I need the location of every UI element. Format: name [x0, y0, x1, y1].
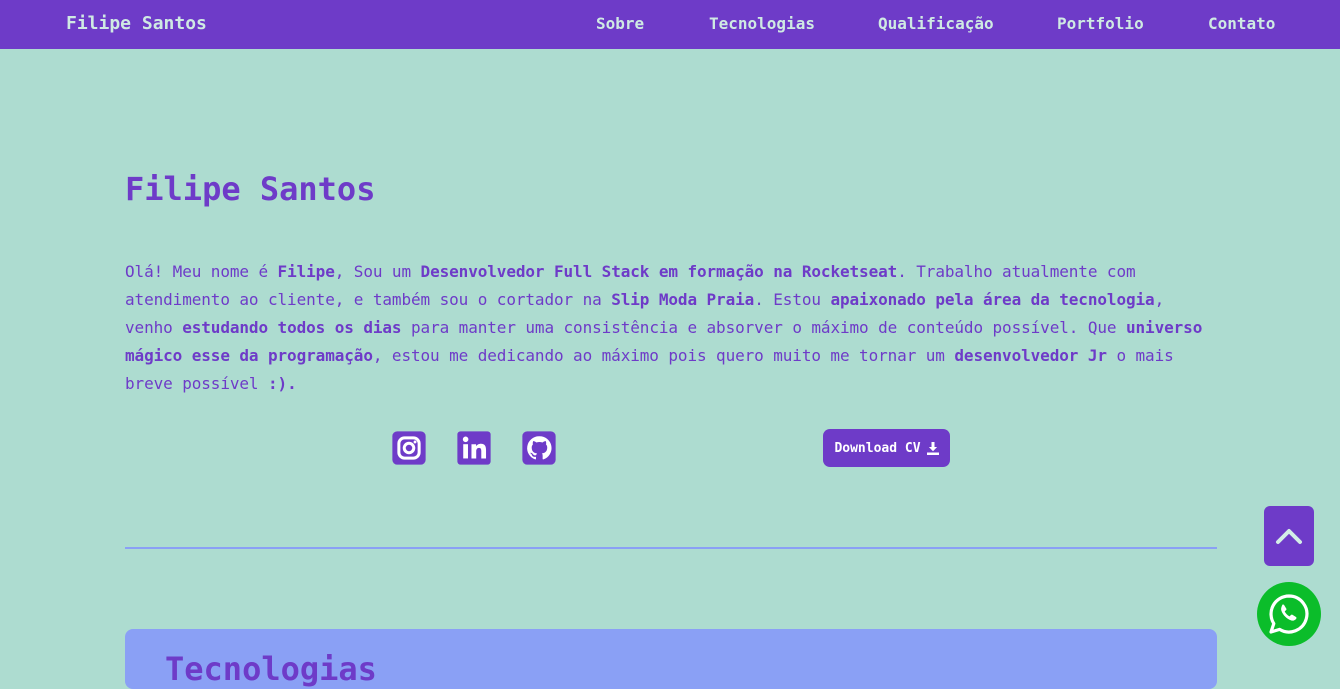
nav-link-tecnologias[interactable]: Tecnologias — [709, 14, 815, 34]
nav-link-sobre[interactable]: Sobre — [596, 14, 644, 34]
technologies-title: Tecnologias — [165, 650, 377, 688]
download-cv-label: Download CV — [834, 440, 921, 456]
bio-highlight: Filipe — [277, 262, 335, 281]
nav-link-portfolio[interactable]: Portfolio — [1057, 14, 1144, 34]
chevron-up-icon — [1276, 529, 1302, 544]
technologies-section: Tecnologias — [125, 629, 1217, 689]
bio-highlight: estudando todos os dias — [182, 318, 402, 337]
bio-highlight: apaixonado pela área da tecnologia — [830, 290, 1155, 309]
whatsapp-icon — [1269, 594, 1309, 634]
bio-text: , Sou um — [334, 262, 421, 281]
bio-paragraph: Olá! Meu nome é Filipe, Sou um Desenvolv… — [125, 258, 1220, 398]
bio-highlight: :). — [268, 374, 297, 393]
bio-text: . Estou — [754, 290, 831, 309]
bio-highlight: Desenvolvedor Full Stack em formação na … — [420, 262, 898, 281]
section-divider — [125, 547, 1217, 549]
instagram-icon — [392, 431, 426, 465]
brand-link[interactable]: Filipe Santos — [66, 13, 207, 35]
instagram-link[interactable] — [390, 429, 428, 467]
nav-link-qualificacao[interactable]: Qualificação — [878, 14, 994, 34]
bio-text: , estou me dedicando ao máximo pois quer… — [372, 346, 955, 365]
linkedin-link[interactable] — [455, 429, 493, 467]
whatsapp-button[interactable] — [1257, 582, 1321, 646]
top-navbar: Filipe Santos Sobre Tecnologias Qualific… — [0, 0, 1340, 49]
bio-highlight: desenvolvedor Jr — [954, 346, 1107, 365]
bio-text: Olá! Meu nome é — [125, 262, 278, 281]
bio-text: para manter uma consistência e absorver … — [401, 318, 1126, 337]
download-cv-button[interactable]: Download CV — [823, 429, 950, 467]
github-icon — [522, 431, 556, 465]
bio-highlight: Slip Moda Praia — [611, 290, 755, 309]
download-icon — [926, 441, 939, 455]
nav-link-contato[interactable]: Contato — [1208, 14, 1275, 34]
scroll-to-top-button[interactable] — [1264, 506, 1314, 566]
hero-title: Filipe Santos — [125, 170, 376, 208]
github-link[interactable] — [520, 429, 558, 467]
linkedin-icon — [457, 431, 491, 465]
